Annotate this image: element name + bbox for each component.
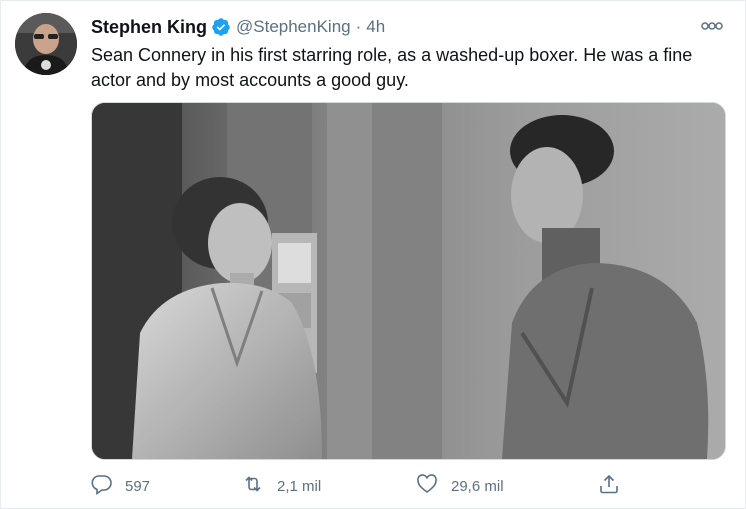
like-icon [415,472,439,500]
like-count: 29,6 mil [451,477,504,495]
like-button[interactable]: 29,6 mil [415,471,504,501]
tweet-text: Sean Connery in his first starring role,… [91,45,693,90]
share-icon [597,472,621,500]
separator-dot: · [355,17,362,36]
more-options-icon[interactable] [699,17,725,35]
avatar[interactable] [15,13,77,75]
reply-button[interactable]: 597 [89,471,150,501]
tweet-actions: 597 2,1 mil 29,6 mil [1,471,746,503]
author-handle[interactable]: @StephenKing [236,17,351,37]
retweet-icon [241,472,265,500]
verified-badge-icon [211,17,231,37]
reply-count: 597 [125,477,151,495]
tweet-header: Stephen King @StephenKing · 4h [91,15,385,39]
author-name[interactable]: Stephen King [91,17,207,38]
tweet-photo[interactable] [91,102,726,460]
retweet-button[interactable]: 2,1 mil [241,471,321,501]
retweet-count: 2,1 mil [277,477,322,495]
share-button[interactable] [597,471,621,501]
reply-icon [89,472,113,500]
timestamp[interactable]: 4h [366,17,385,37]
tweet-card[interactable]: Stephen King @StephenKing · 4h Sean Conn… [0,0,746,509]
